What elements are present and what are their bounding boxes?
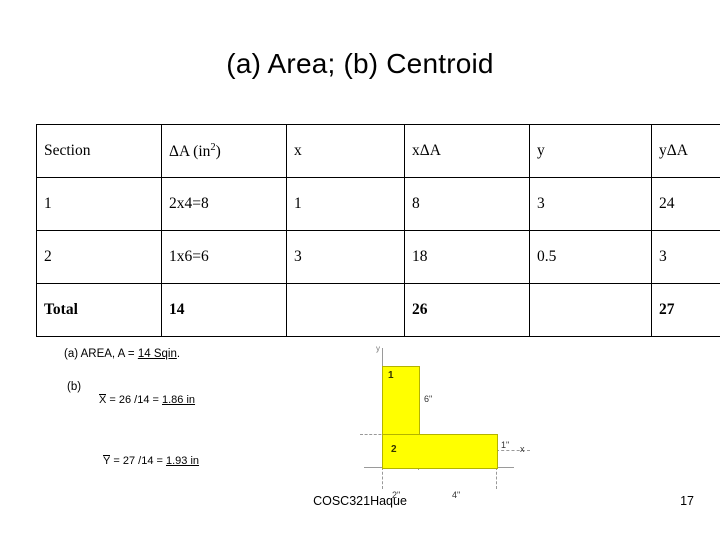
cell-xa: 8 — [404, 177, 530, 231]
note-area-suffix: . — [176, 348, 181, 360]
figure-y-axis-label: y — [376, 344, 380, 353]
cell-total-y — [529, 283, 652, 337]
cell-total-area: 14 — [161, 283, 287, 337]
table-header-section: Section — [36, 124, 162, 178]
cell-total-x — [286, 283, 405, 337]
cell-ya: 3 — [651, 230, 720, 284]
cell-x: 3 — [286, 230, 405, 284]
cell-x: 1 — [286, 177, 405, 231]
dim-rect2-height: 1" — [501, 440, 510, 450]
figure-rect-2-label: 2 — [391, 444, 397, 455]
figure-rect-1-label: 1 — [388, 370, 394, 381]
x-equation-text: = 26 /14 = — [106, 394, 162, 406]
slide: (a) Area; (b) Centroid Section ΔA (in2) … — [0, 0, 720, 540]
table-header-x: x — [286, 124, 405, 178]
page-title: (a) Area; (b) Centroid — [226, 48, 494, 79]
footer-page-number: 17 — [680, 494, 694, 508]
note-area-prefix: (a) AREA, A = — [64, 348, 138, 360]
table-header-xa: xΔA — [404, 124, 530, 178]
table-row: 1 2x4=8 1 8 3 24 — [36, 177, 720, 231]
footer-course-label: COSC321Haque — [313, 494, 407, 508]
cell-ya: 24 — [651, 177, 720, 231]
figure-dash-vertical-left — [382, 467, 383, 489]
figure-x-axis-label: x — [520, 444, 525, 454]
x-result: 1.86 in — [162, 394, 196, 406]
table-header-y: y — [529, 124, 652, 178]
cell-y: 0.5 — [529, 230, 652, 284]
cell-total-ya: 27 — [651, 283, 720, 337]
equation-x-centroid: X = 26 /14 = 1.86 in — [99, 394, 195, 407]
header-area-base: ΔA (in — [169, 142, 211, 160]
cell-area: 2x4=8 — [161, 177, 287, 231]
table-header-row: Section ΔA (in2) x xΔA y yΔA — [36, 124, 720, 178]
figure-rect-2: 2 — [382, 434, 498, 469]
y-result: 1.93 in — [166, 455, 200, 467]
cell-xa: 18 — [404, 230, 530, 284]
table-header-area: ΔA (in2) — [161, 124, 287, 178]
centroid-table: Section ΔA (in2) x xΔA y yΔA 1 2x4=8 1 8… — [36, 124, 720, 337]
cell-section: 2 — [36, 230, 162, 284]
figure-dash-vertical-right — [496, 467, 497, 489]
figure-rect-1: 1 — [382, 366, 420, 436]
note-area-value: 14 Sqin — [137, 348, 177, 360]
table-header-ya: yΔA — [651, 124, 720, 178]
equation-y-centroid: Y = 27 /14 = 1.93 in — [103, 455, 199, 468]
cell-total-xa: 26 — [404, 283, 530, 337]
cell-section: 1 — [36, 177, 162, 231]
table-total-row: Total 14 26 27 — [36, 283, 720, 337]
y-equation-text: = 27 /14 = — [110, 455, 166, 467]
cell-total-label: Total — [36, 283, 162, 337]
header-area-close: ) — [215, 142, 221, 160]
dim-rect1-height: 6" — [424, 394, 433, 404]
table-row: 2 1x6=6 3 18 0.5 3 — [36, 230, 720, 284]
cell-area: 1x6=6 — [161, 230, 287, 284]
note-b-label: (b) — [67, 381, 82, 393]
cell-y: 3 — [529, 177, 652, 231]
note-area: (a) AREA, A = 14 Sqin. — [64, 348, 180, 360]
